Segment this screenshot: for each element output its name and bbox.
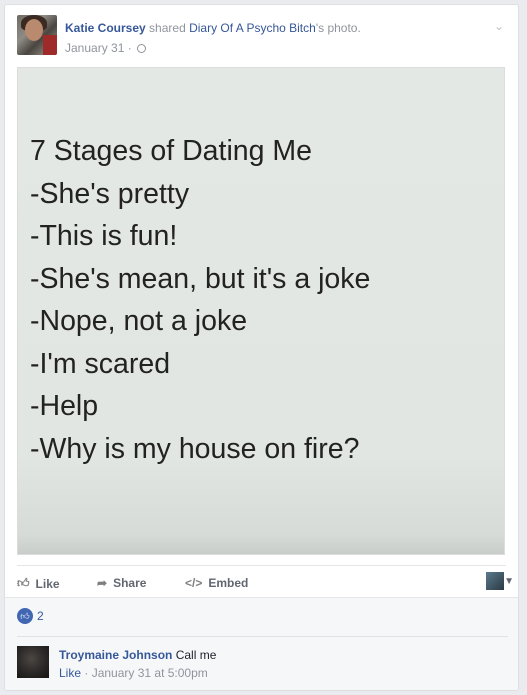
share-button[interactable]: ➦ Share — [97, 576, 146, 590]
share-icon: ➦ — [97, 576, 108, 590]
post-meta: January 31 · — [65, 41, 147, 55]
meta-dot: · — [127, 41, 132, 55]
shared-page-link[interactable]: Diary Of A Psycho Bitch — [189, 21, 316, 35]
caret-down-icon[interactable]: ▼ — [504, 576, 514, 587]
reactions-summary[interactable]: 👍︎ 2 — [17, 608, 44, 624]
post-actions: 👍︎ Like ➦ Share </> Embed ▼ — [17, 565, 514, 598]
photo-line: -Nope, not a joke — [30, 305, 248, 337]
comment-line: Troymaine Johnson Call me — [59, 648, 216, 662]
post-date[interactable]: January 31 — [65, 41, 124, 55]
embed-icon: </> — [185, 576, 203, 590]
footer-divider — [17, 636, 508, 637]
avatar-shirt — [43, 35, 57, 55]
like-badge-icon: 👍︎ — [17, 608, 33, 624]
commenter-name[interactable]: Troymaine Johnson — [59, 648, 172, 662]
photo-line: -I'm scared — [30, 347, 171, 380]
viewer-avatar-thumbnail[interactable] — [486, 572, 504, 590]
photo-line: -Why is my house on fire? — [30, 432, 360, 465]
chevron-down-icon[interactable]: ⌄ — [492, 19, 506, 33]
shared-suffix: 's photo. — [315, 21, 361, 35]
post-title: Katie Coursey shared Diary Of A Psycho B… — [65, 21, 361, 35]
share-label: Share — [113, 576, 147, 590]
post-header: Katie Coursey shared Diary Of A Psycho B… — [17, 15, 506, 63]
author-avatar[interactable] — [17, 15, 57, 55]
reaction-count: 2 — [37, 609, 44, 623]
comment-meta: Like · January 31 at 5:00pm — [59, 666, 208, 680]
commenter-avatar[interactable] — [17, 646, 49, 678]
avatar-face — [25, 19, 43, 41]
post-card: Katie Coursey shared Diary Of A Psycho B… — [4, 4, 519, 691]
like-button[interactable]: 👍︎ Like — [17, 576, 60, 591]
photo-line: -She's pretty — [30, 177, 190, 210]
post-action: shared — [149, 21, 186, 35]
comment-timestamp[interactable]: January 31 at 5:00pm — [92, 666, 208, 680]
embed-label: Embed — [208, 576, 249, 590]
photo-line: -This is fun! — [30, 220, 178, 252]
embed-button[interactable]: </> Embed — [185, 576, 248, 590]
photo-line: -Help — [30, 390, 99, 422]
comment-meta-dot: · — [84, 666, 89, 680]
photo-line: 7 Stages of Dating Me — [30, 135, 312, 167]
like-label: Like — [35, 576, 60, 591]
photo-line: -She's mean, but it's a joke — [30, 262, 371, 295]
like-icon: 👍︎ — [17, 576, 30, 590]
globe-icon — [137, 44, 147, 53]
shared-photo[interactable]: 7 Stages of Dating Me -She's pretty -Thi… — [17, 67, 505, 555]
post-footer: 👍︎ 2 Troymaine Johnson Call me Like · Ja… — [5, 597, 518, 690]
author-name[interactable]: Katie Coursey — [65, 21, 146, 35]
comment-like-link[interactable]: Like — [59, 666, 81, 680]
comment-text: Call me — [175, 648, 217, 662]
photo-text: 7 Stages of Dating Me -She's pretty -Thi… — [30, 130, 370, 470]
